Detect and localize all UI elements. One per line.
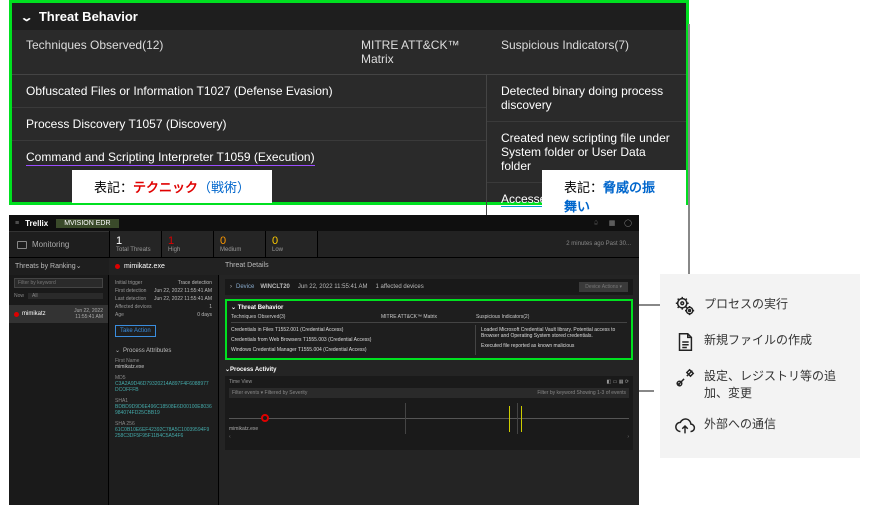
device-actions-button[interactable]: Device Actions ▾ (579, 282, 628, 292)
threat-behavior-panel: ⌄ Threat Behavior Techniques Observed(3)… (225, 299, 633, 360)
legend-row: 外部への通信 (672, 408, 848, 444)
threat-details-panel: › Device WINCLT20 Jun 22, 2022 11:55:41 … (219, 275, 639, 505)
stat-total[interactable]: 1Total Threats (109, 231, 161, 257)
severity-dot-icon (115, 264, 120, 269)
legend-label: 新規ファイルの作成 (704, 331, 812, 348)
product-tag: MVISION EDR (56, 219, 118, 228)
timeline-title: Time View (229, 379, 252, 385)
timeline-track[interactable]: mimikatz.exe (229, 404, 629, 434)
timeline-process-label: mimikatz.exe (229, 426, 258, 432)
menu-icon[interactable]: ≡ (15, 220, 19, 227)
col-suspicious[interactable]: Suspicious Indicators(2) (476, 314, 529, 320)
timeline-controls[interactable]: ◧ ▭ ▦ ⟳ (606, 379, 629, 385)
threats-by-ranking[interactable]: Threats by Ranking⌄ (9, 258, 109, 275)
col-techniques[interactable]: Techniques Observed(12) (12, 30, 347, 74)
grid-icon[interactable]: ▦ (607, 218, 617, 228)
list-item[interactable]: Detected binary doing process discovery (487, 75, 686, 122)
legend-row: プロセスの実行 (672, 288, 848, 324)
chevron-down-icon: ⌄ (115, 348, 120, 354)
filter-input[interactable]: Filter by keyword (14, 278, 103, 288)
annotation-technique: 表記：テクニック（戦術） (72, 170, 272, 203)
callout-title-text: Threat Behavior (39, 9, 138, 24)
device-time: Jun 22, 2022 11:55:41 AM (298, 284, 368, 290)
affected-devices[interactable]: 1 affected devices (376, 284, 424, 290)
process-attributes-header[interactable]: ⌄Process Attributes (115, 347, 212, 354)
hash-md5[interactable]: C3A2A9D46D79320214A897F4F6088977DCOFFFB (115, 381, 212, 394)
col-mitre[interactable]: MITRE ATT&CK™ Matrix (347, 30, 487, 74)
legend-label: 設定、レジストリ等の追加、変更 (704, 367, 848, 401)
connector-line (638, 390, 654, 392)
user-icon[interactable]: ◯ (623, 218, 633, 228)
legend-panel: プロセスの実行 新規ファイルの作成 設定、レジストリ等の追加、変更 外部への通信 (660, 274, 860, 458)
threat-list-item[interactable]: mimikatz Jun 22, 202211:55:41 AM (9, 305, 108, 323)
app-titlebar: ≡ Trellix MVISION EDR ♤ ▦ ◯ (9, 215, 639, 231)
callout-title: ⌄ Threat Behavior (12, 3, 686, 30)
timeline-search[interactable]: Filter by keyword Showing 1-3 of events (537, 390, 626, 396)
process-name: mimikatz.exe (115, 364, 212, 371)
list-item[interactable]: Command and Scripting Interpreter T1059 … (12, 141, 486, 173)
gears-icon (672, 295, 698, 317)
list-item[interactable]: Process Discovery T1057 (Discovery) (12, 108, 486, 141)
stat-low[interactable]: 0Low (265, 231, 317, 257)
threat-behavior-callout: ⌄ Threat Behavior Techniques Observed(12… (9, 0, 689, 205)
stat-high[interactable]: 1High (161, 231, 213, 257)
process-activity-header[interactable]: ⌄Process Activity (225, 366, 633, 373)
edr-app: ≡ Trellix MVISION EDR ♤ ▦ ◯ Monitoring 1… (9, 215, 639, 505)
list-item[interactable]: Executed file reported as known maliciou… (481, 341, 627, 351)
threat-summary: Initial triggerTrace detection First det… (109, 275, 219, 505)
brand: Trellix (25, 219, 48, 228)
time-filter[interactable]: NowAll (9, 291, 108, 301)
device-bar: › Device WINCLT20 Jun 22, 2022 11:55:41 … (225, 279, 633, 295)
monitor-icon (17, 241, 27, 249)
timeline-filter[interactable]: Filter events ▾ Filtered by Severity (232, 390, 307, 396)
bell-icon[interactable]: ♤ (591, 218, 601, 228)
chevron-down-icon: ⌄ (20, 11, 34, 24)
cloud-upload-icon (672, 415, 698, 437)
timeline-event-dot[interactable] (261, 414, 269, 422)
stat-medium[interactable]: 0Medium (213, 231, 265, 257)
device-host[interactable]: WINCLT20 (260, 284, 290, 290)
hash-sha256[interactable]: 61C0B10E6EF42392C78A5C10039594F9258C3DF5… (115, 427, 212, 440)
list-item[interactable]: Credentials in Files T1552.001 (Credenti… (231, 325, 475, 335)
chevron-right-icon[interactable]: › (230, 284, 232, 290)
tools-icon (672, 367, 698, 389)
technique-highlighted: Command and Scripting Interpreter T1059 … (26, 150, 315, 166)
threat-name-header: mimikatz.exe (109, 258, 219, 275)
time-range[interactable]: 2 minutes ago Past 30... (317, 231, 639, 257)
list-item[interactable]: Loaded Microsoft Credential Vault librar… (481, 325, 627, 341)
severity-dot-icon (14, 312, 19, 317)
col-techniques[interactable]: Techniques Observed(3) (231, 314, 381, 320)
techniques-list: Obfuscated Files or Information T1027 (D… (12, 75, 487, 229)
legend-label: プロセスの実行 (704, 295, 788, 312)
take-action-button[interactable]: Take Action (115, 325, 156, 337)
timeline-marker (521, 406, 522, 432)
list-item[interactable]: Windows Credential Manager T1555.004 (Cr… (231, 345, 475, 355)
threats-sidebar: Filter by keyword NowAll mimikatz Jun 22… (9, 275, 109, 505)
file-icon (672, 331, 698, 353)
col-mitre[interactable]: MITRE ATT&CK™ Matrix (381, 314, 476, 320)
hash-sha1[interactable]: BDBD9D9D6E496C18508E6D00100E8036984074FD… (115, 404, 212, 417)
legend-row: 新規ファイルの作成 (672, 324, 848, 360)
threat-details-header: Threat Details (219, 258, 639, 275)
timeline-marker (509, 406, 510, 432)
legend-row: 設定、レジストリ等の追加、変更 (672, 360, 848, 408)
legend-label: 外部への通信 (704, 415, 776, 432)
list-item[interactable]: Credentials from Web Browsers T1555.003 … (231, 335, 475, 345)
timeline: Time View ◧ ▭ ▦ ⟳ Filter events ▾ Filtere… (225, 376, 633, 450)
list-item[interactable]: Obfuscated Files or Information T1027 (D… (12, 75, 486, 108)
monitoring-tab[interactable]: Monitoring (9, 231, 109, 257)
col-suspicious[interactable]: Suspicious Indicators(7) (487, 30, 686, 74)
chevron-down-icon: ⌄ (231, 305, 236, 311)
device-label: Device (236, 284, 254, 290)
